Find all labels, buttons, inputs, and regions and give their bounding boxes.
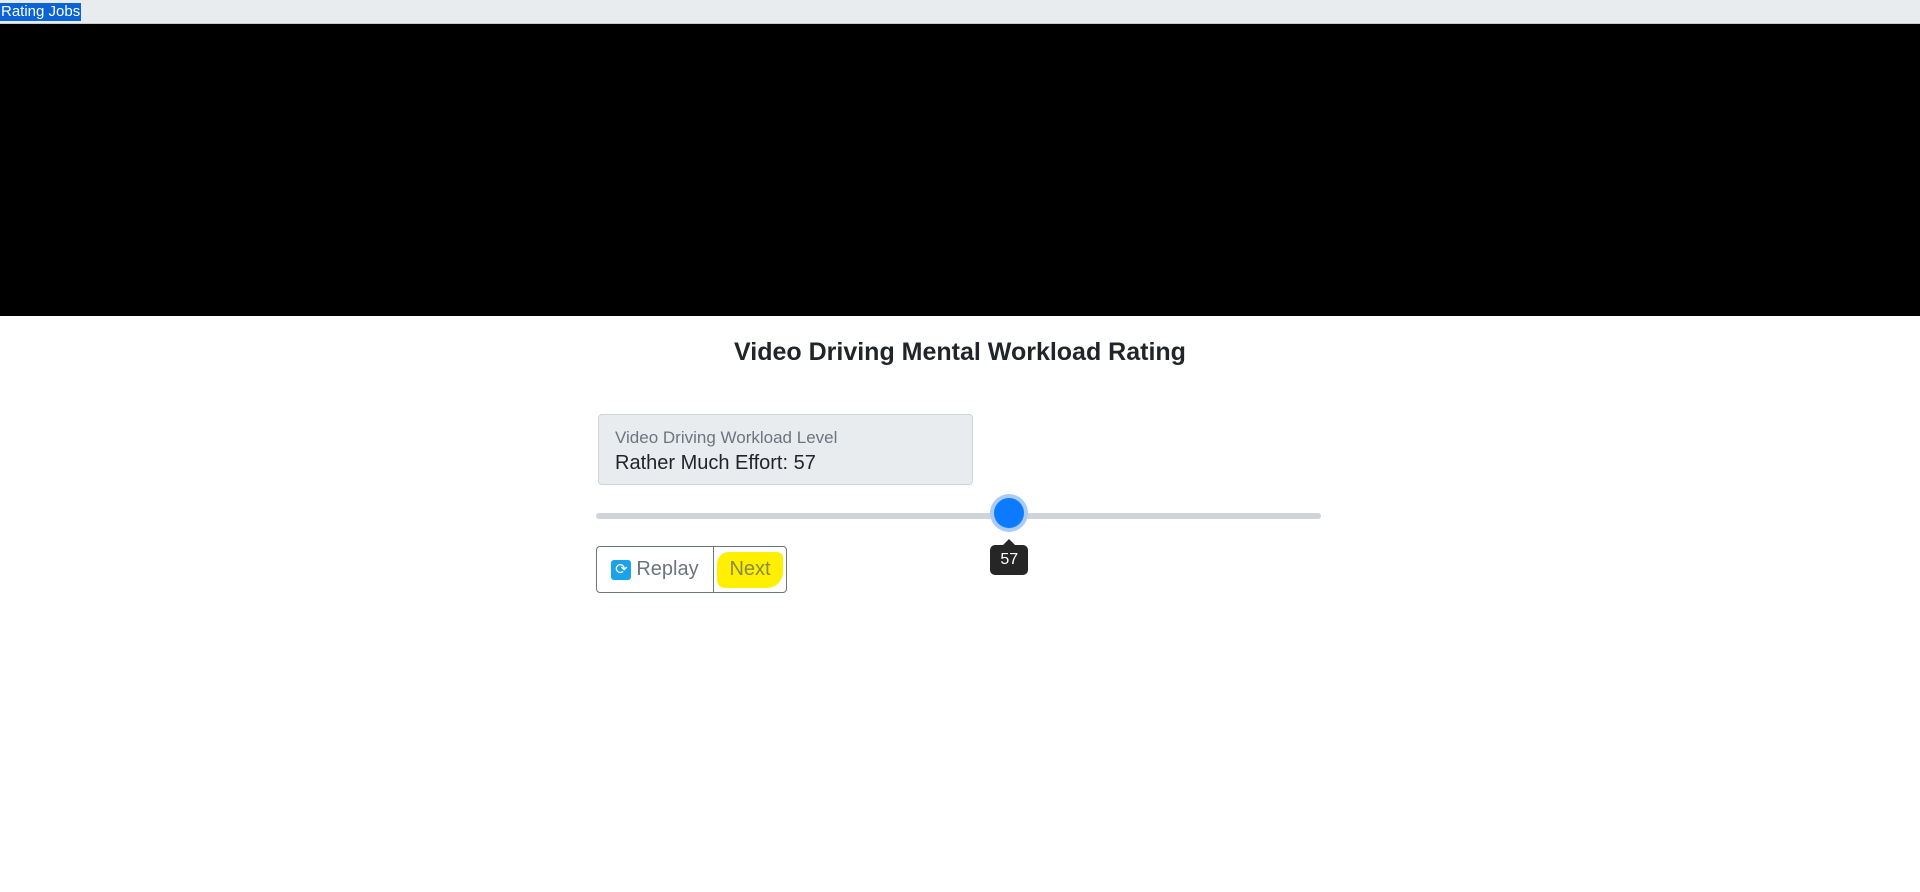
page-title: Video Driving Mental Workload Rating [734,338,1186,366]
video-player[interactable] [0,24,1920,316]
workload-slider-track[interactable] [596,513,1321,519]
next-button[interactable]: Next [713,546,787,593]
workload-level-label: Video Driving Workload Level [615,428,838,447]
replay-button-label: Replay [636,558,699,580]
rating-jobs-label[interactable]: Rating Jobs [0,3,82,21]
replay-icon: ⟳ [611,559,632,580]
workload-level-value: Rather Much Effort: 57 [615,452,816,474]
replay-button[interactable]: ⟳ Replay [596,546,714,593]
slider-value-tooltip: 57 [990,539,1029,575]
next-button-label: Next [729,558,771,580]
workload-level-field: Video Driving Workload Level Rather Much… [598,414,973,485]
workload-slider-handle[interactable] [994,498,1025,528]
top-bar: Rating Jobs [0,0,1920,24]
